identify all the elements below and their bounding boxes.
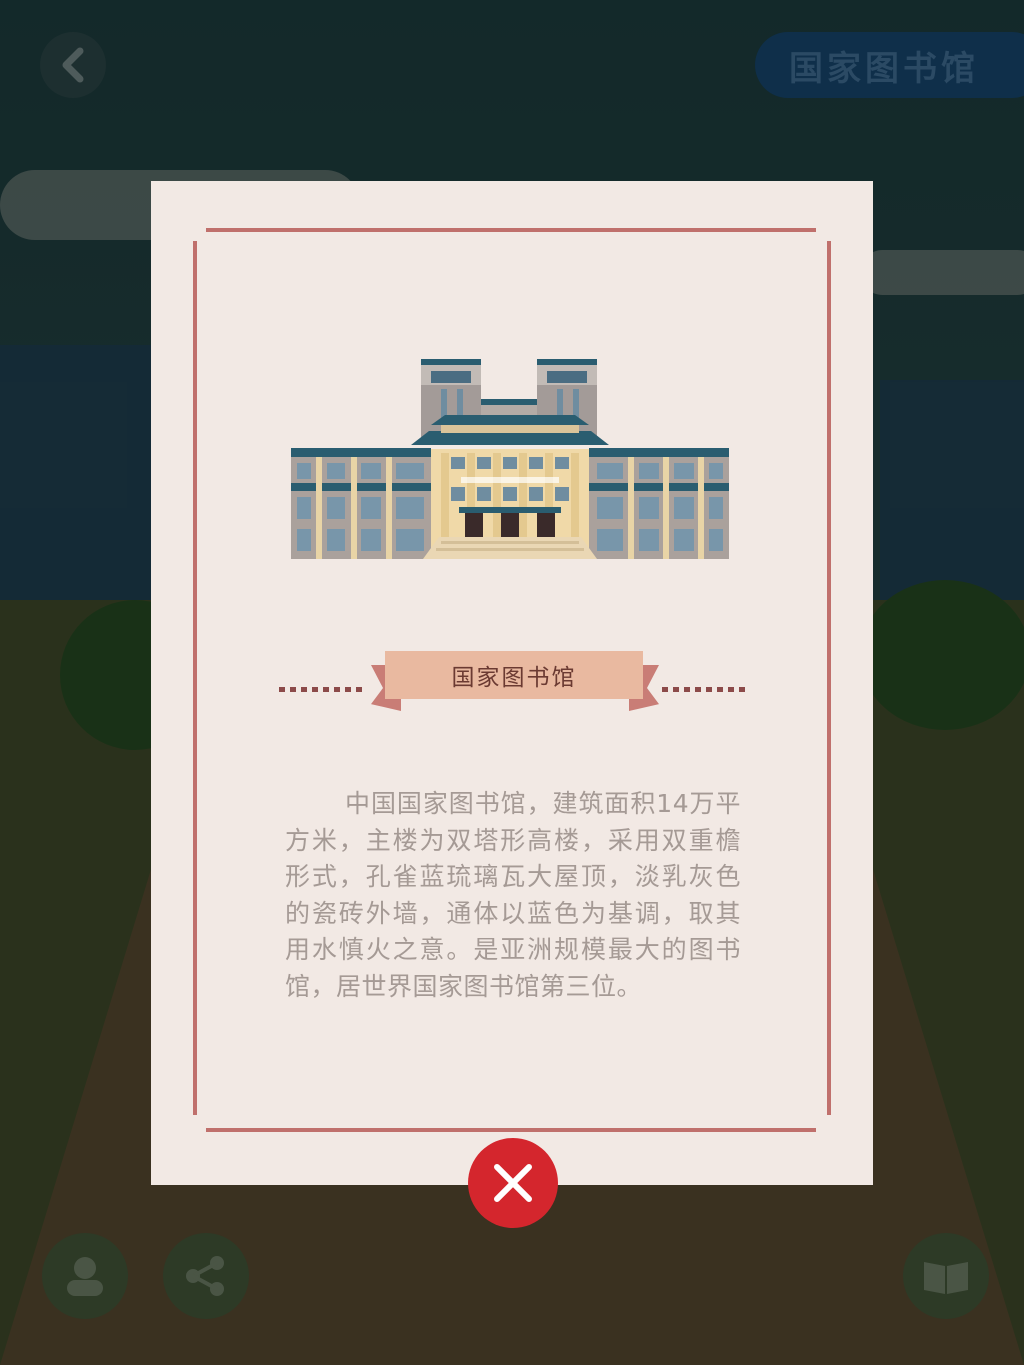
book-icon: [924, 1262, 968, 1294]
person-icon: [67, 1257, 103, 1296]
share-button[interactable]: [163, 1233, 249, 1319]
title-ribbon: 国家图书馆: [276, 649, 746, 713]
book-button[interactable]: [903, 1233, 989, 1319]
ribbon-dots-right: [662, 687, 746, 692]
frame-top-line: [206, 228, 816, 232]
share-icon: [186, 1256, 224, 1296]
card-description: 中国国家图书馆，建筑面积14万平方米，主楼为双塔形高楼，采用双重檐形式，孔雀蓝琉…: [285, 789, 741, 1001]
profile-button[interactable]: [42, 1233, 128, 1319]
frame-right-line: [827, 241, 831, 1115]
frame-left-line: [193, 241, 197, 1115]
chevron-left-icon: [62, 47, 84, 83]
frame-bottom-line: [206, 1128, 816, 1132]
back-button[interactable]: [40, 32, 106, 98]
close-icon: [494, 1164, 532, 1202]
location-label[interactable]: 国家图书馆: [755, 32, 1024, 98]
info-card: 国家图书馆 中国国家图书馆，建筑面积14万平方米，主楼为双塔形高楼，采用双重檐形…: [151, 181, 873, 1185]
library-illustration: [291, 359, 729, 559]
card-title: 国家图书馆: [385, 651, 643, 699]
ribbon-dots-left: [279, 687, 363, 692]
close-button[interactable]: [468, 1138, 558, 1228]
